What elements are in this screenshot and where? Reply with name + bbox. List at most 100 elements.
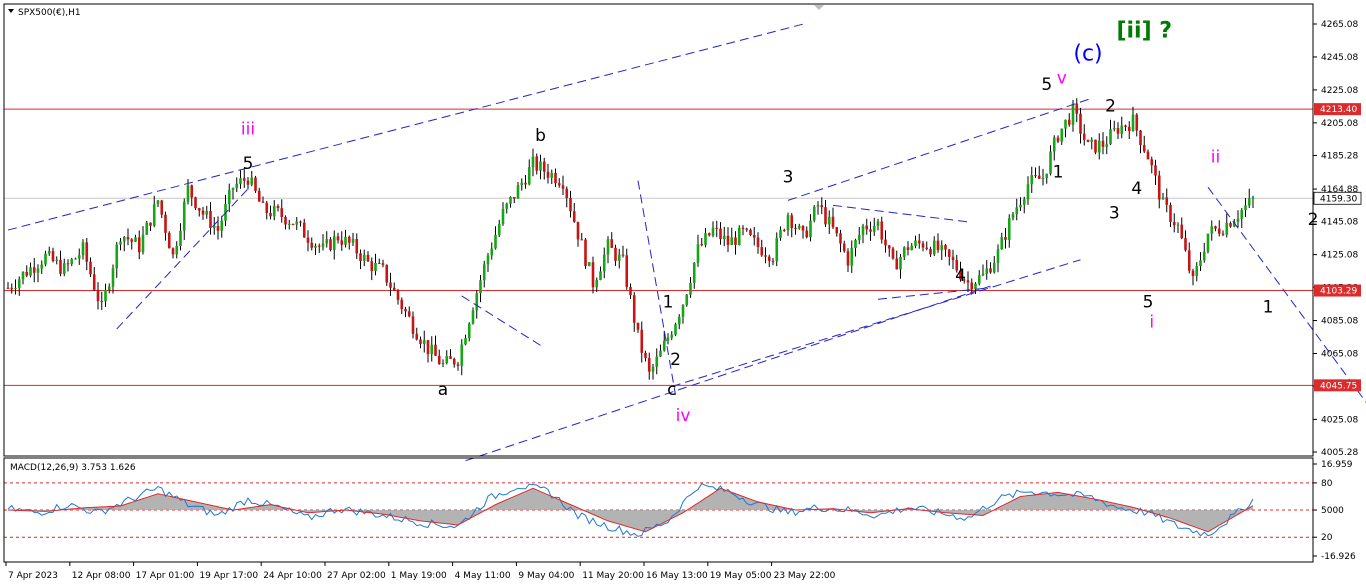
wave-label: 4: [1131, 179, 1142, 199]
current-price-tag-label: 4159.30: [1320, 194, 1357, 204]
candle-body: [809, 220, 812, 238]
time-tick-label: 19 Apr 17:00: [199, 571, 258, 581]
candle-body: [1206, 233, 1210, 252]
candle-body: [827, 216, 831, 225]
candle-body: [265, 202, 269, 213]
price-tick-label: 4005.28: [1321, 448, 1358, 458]
candle-body: [674, 324, 677, 335]
candle-body: [422, 340, 426, 344]
candle-body: [947, 249, 951, 257]
candle-body: [1150, 159, 1154, 166]
candle-body: [302, 222, 306, 238]
candle-body: [209, 211, 212, 229]
time-tick-label: 1 May 19:00: [391, 571, 447, 581]
candle-body: [921, 243, 925, 248]
candle-body: [1094, 139, 1097, 153]
trend-line: [671, 259, 1081, 388]
candle-body: [516, 185, 520, 199]
candle-body: [171, 248, 175, 255]
wave-label: 2: [670, 350, 681, 370]
candle-body: [1139, 130, 1142, 146]
candle-body: [737, 227, 741, 245]
candle-body: [21, 271, 25, 280]
candle-body: [299, 221, 302, 223]
candle-body: [835, 227, 839, 234]
candle-body: [59, 259, 62, 274]
candle-body: [1165, 197, 1169, 205]
candle-body: [550, 172, 554, 178]
candle-body: [1187, 250, 1191, 271]
candle-body: [820, 205, 824, 208]
candle-body: [981, 273, 985, 276]
candle-body: [775, 237, 779, 262]
candle-body: [164, 214, 167, 233]
time-tick-label: 16 May 13:00: [646, 571, 708, 581]
trend-line: [465, 285, 991, 462]
candle-body: [1142, 145, 1146, 152]
symbol-triangle-icon: [8, 9, 14, 13]
candle-body: [572, 211, 576, 222]
candle-body: [764, 255, 767, 257]
candle-body: [111, 268, 115, 287]
candle-body: [1060, 128, 1064, 142]
candle-body: [190, 185, 194, 198]
candle-body: [902, 247, 906, 257]
candle-body: [992, 262, 996, 273]
candle-body: [130, 239, 134, 242]
candle-body: [891, 248, 895, 259]
macd-panel: [4, 482, 1313, 538]
price-tick-label: 4145.08: [1321, 218, 1358, 228]
price-tick-label: 4065.08: [1321, 349, 1358, 359]
candle-body: [734, 237, 737, 245]
candle-body: [786, 215, 790, 231]
candle-body: [197, 208, 201, 211]
candle-body: [141, 234, 145, 253]
candle-body: [344, 236, 347, 245]
candle-body: [524, 182, 527, 185]
candle-body: [426, 340, 430, 355]
candle-body: [287, 223, 291, 225]
candle-body: [944, 245, 947, 250]
candle-body: [501, 208, 505, 224]
candle-body: [250, 177, 254, 185]
candle-body: [1037, 175, 1041, 179]
candle-body: [865, 225, 869, 230]
candle-body: [666, 337, 670, 341]
candle-body: [1221, 233, 1225, 235]
candle-body: [314, 245, 317, 248]
candle-body: [730, 237, 734, 245]
candle-body: [1161, 197, 1165, 200]
candle-body: [407, 311, 411, 317]
price-tick-label: 4185.28: [1321, 151, 1358, 161]
candle-body: [239, 178, 242, 184]
wave-label: a: [438, 380, 448, 400]
candle-body: [535, 156, 539, 171]
candle-body: [1146, 151, 1150, 160]
wave-label: ii: [1211, 148, 1220, 168]
candle-body: [1169, 204, 1172, 222]
candle-body: [925, 247, 929, 249]
time-tick-label: 24 Apr 10:00: [263, 571, 322, 581]
candle-body: [1030, 175, 1034, 185]
candle-body: [479, 280, 482, 294]
candle-body: [531, 156, 535, 168]
candle-body: [887, 245, 891, 249]
candle-body: [756, 237, 760, 248]
candle-body: [1007, 218, 1011, 240]
candle-body: [839, 233, 842, 244]
candle-body: [137, 237, 141, 253]
candle-body: [1210, 226, 1214, 234]
candle-body: [1120, 125, 1124, 134]
candle-body: [655, 356, 659, 367]
candle-body: [640, 329, 644, 353]
candle-body: [659, 350, 662, 357]
candle-body: [554, 172, 557, 184]
candle-body: [362, 254, 366, 261]
candle-body: [370, 261, 374, 271]
candle-body: [741, 227, 745, 229]
candle-body: [254, 177, 257, 191]
wave-label: 1: [1263, 297, 1274, 317]
candle-body: [614, 247, 617, 261]
candle-body: [842, 243, 846, 252]
candle-body: [1244, 205, 1247, 211]
